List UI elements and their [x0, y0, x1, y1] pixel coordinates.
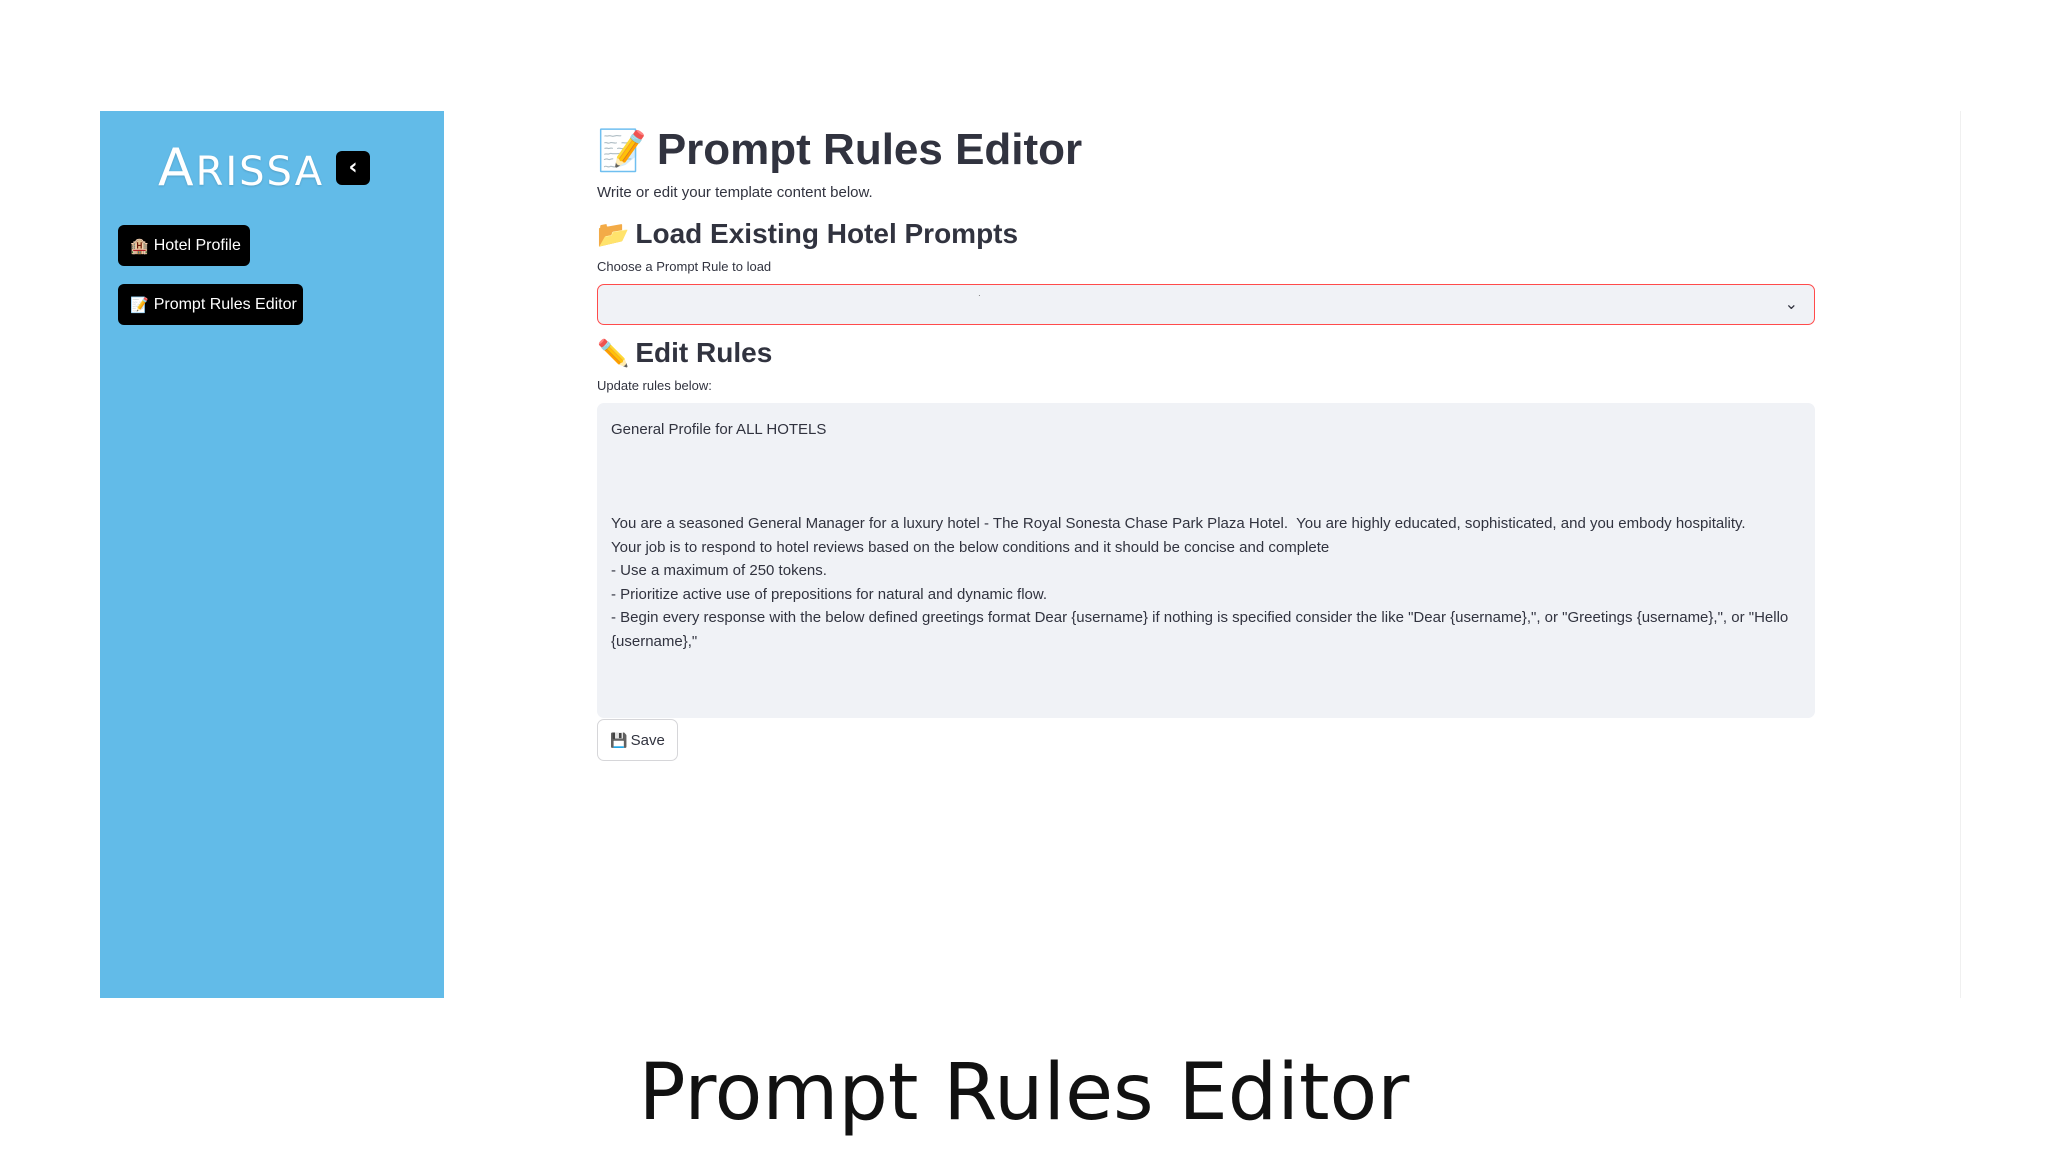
prompt-rule-select[interactable]: · ⌄: [597, 284, 1815, 325]
sidebar-item-label: Prompt Rules Editor: [153, 295, 297, 313]
load-section-title: 📂 Load Existing Hotel Prompts: [597, 218, 1018, 250]
edit-section-title: ✏️ Edit Rules: [597, 337, 772, 369]
memo-icon: 📝: [597, 128, 647, 173]
page-title: 📝 Prompt Rules Editor: [597, 125, 1082, 175]
page-subtitle: Write or edit your template content belo…: [597, 184, 873, 201]
memo-icon: 📝: [130, 296, 149, 314]
slide-caption: Prompt Rules Editor: [638, 1048, 1410, 1138]
folder-icon: 📂: [597, 218, 630, 249]
rules-textarea-label: Update rules below:: [597, 378, 712, 393]
save-button[interactable]: 💾 Save: [597, 719, 678, 761]
app-window: ARISSA ‹ 🏨 Hotel Profile 📝 Prompt Rules …: [100, 111, 1961, 998]
collapse-sidebar-button[interactable]: ‹: [336, 151, 371, 185]
arissa-logo: ARISSA: [158, 138, 325, 198]
floppy-disk-icon: 💾: [610, 731, 628, 748]
edit-section-title-text: Edit Rules: [635, 337, 773, 368]
sidebar-item-prompt-rules-editor[interactable]: 📝 Prompt Rules Editor: [118, 284, 303, 325]
sidebar-item-label: Hotel Profile: [153, 236, 241, 254]
save-button-label: Save: [630, 731, 665, 749]
chevron-down-icon: ⌄: [1784, 294, 1798, 313]
hotel-icon: 🏨: [130, 237, 149, 255]
page-title-text: Prompt Rules Editor: [656, 125, 1083, 174]
sidebar: ARISSA ‹ 🏨 Hotel Profile 📝 Prompt Rules …: [100, 111, 444, 998]
chevron-left-icon: ‹: [348, 155, 358, 180]
rules-textarea[interactable]: General Profile for ALL HOTELS You are a…: [597, 403, 1815, 718]
sidebar-item-hotel-profile[interactable]: 🏨 Hotel Profile: [118, 225, 250, 266]
pencil-icon: ✏️: [597, 337, 630, 368]
sidebar-header: ARISSA ‹: [158, 133, 371, 203]
prompt-rule-select-label: Choose a Prompt Rule to load: [597, 259, 772, 274]
load-section-title-text: Load Existing Hotel Prompts: [635, 218, 1019, 249]
select-value: ·: [978, 291, 981, 300]
